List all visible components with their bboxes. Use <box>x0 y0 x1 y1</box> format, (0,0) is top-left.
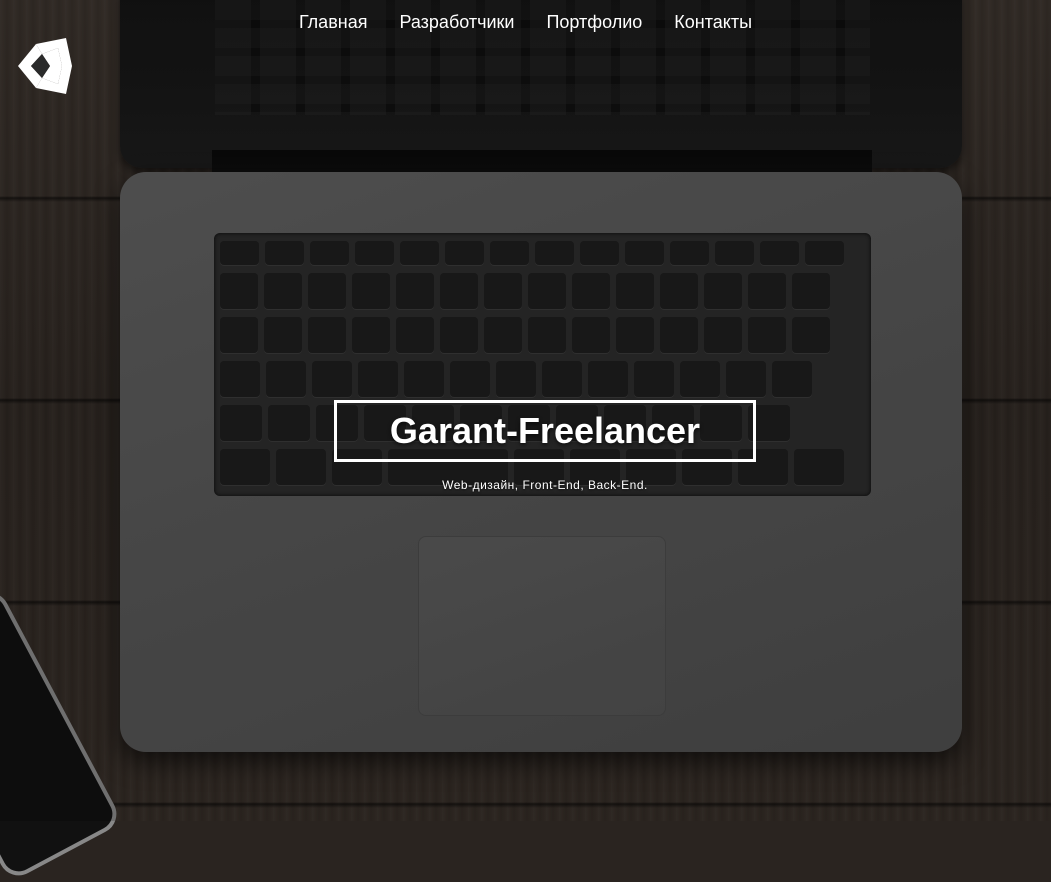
hero-title: Garant-Freelancer <box>334 400 756 462</box>
unity-logo-icon-svg <box>18 38 72 94</box>
nav-item-portfolio[interactable]: Портфолио <box>534 12 642 32</box>
main-nav: Главная Разработчики Портфолио Контакты <box>0 12 1051 32</box>
unity-logo-icon[interactable] <box>14 36 76 96</box>
nav-item-developers[interactable]: Разработчики <box>387 12 514 32</box>
nav-item-home[interactable]: Главная <box>299 12 368 32</box>
hero-subtitle: Web-дизайн, Front-End, Back-End. <box>442 478 648 492</box>
nav-item-contacts[interactable]: Контакты <box>662 12 752 32</box>
